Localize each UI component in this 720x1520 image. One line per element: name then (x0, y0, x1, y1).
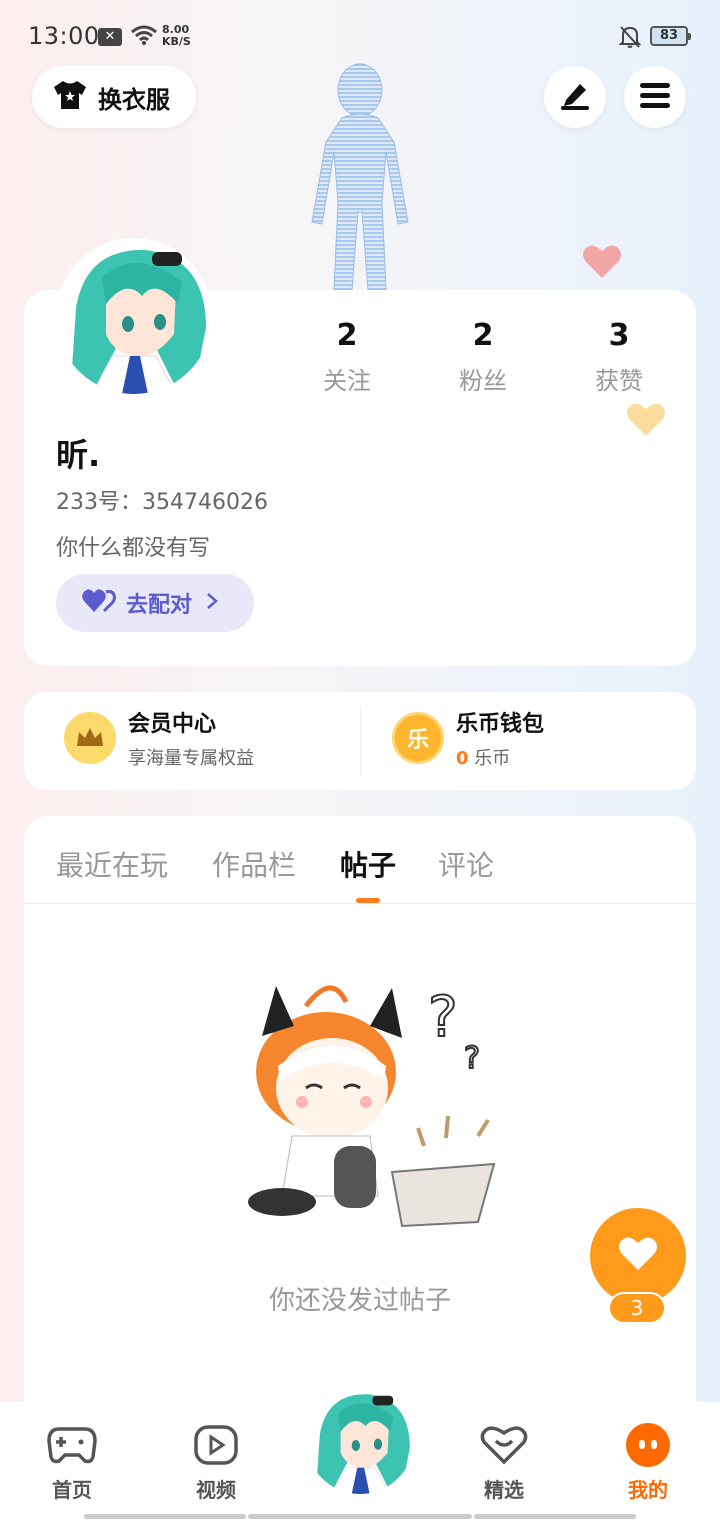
svg-text:?: ? (428, 985, 458, 1050)
user-id[interactable]: 233号：354746026 (56, 484, 268, 516)
tab-works[interactable]: 作品栏 (212, 844, 296, 884)
system-gesture-bar (248, 1514, 472, 1519)
user-bio[interactable]: 你什么都没有写 (56, 530, 210, 562)
heart-icon (618, 1236, 658, 1276)
wallet-amount: 0 (456, 748, 469, 769)
username: 昕. (56, 436, 101, 474)
wifi-icon (130, 24, 158, 50)
play-icon (171, 1422, 261, 1468)
nav-home[interactable]: 首页 (27, 1422, 117, 1503)
tshirt-icon (52, 79, 88, 115)
wallet-entry[interactable]: 乐 乐币钱包 0 乐币 (392, 706, 544, 770)
likes-stat[interactable]: 3 获赞 (574, 318, 664, 396)
go-match-label: 去配对 (126, 593, 193, 618)
wallet-balance: 0 乐币 (456, 744, 544, 770)
likes-count: 3 (608, 318, 630, 353)
notification-x-icon: ✕ (98, 28, 122, 46)
user-avatar[interactable] (56, 238, 212, 394)
followers-stat[interactable]: 2 粉丝 (438, 318, 528, 396)
speed-unit: KB/S (162, 35, 191, 48)
empty-state-illustration: ? ? (242, 976, 502, 1246)
nav-mine-label: 我的 (628, 1478, 668, 1502)
hamburger-menu-icon (639, 81, 671, 113)
divider (24, 903, 696, 904)
member-wallet-card: 会员中心 享海量专属权益 乐 乐币钱包 0 乐币 (24, 692, 696, 790)
svg-text:?: ? (464, 1041, 480, 1076)
nav-featured-label: 精选 (484, 1478, 524, 1502)
empty-state-text: 你还没发过帖子 (268, 1286, 451, 1316)
following-label: 关注 (323, 367, 371, 395)
battery-indicator: 83 (650, 26, 691, 46)
chevron-right-icon (206, 592, 218, 614)
bell-muted-icon (618, 24, 642, 54)
following-count: 2 (336, 318, 358, 353)
change-outfit-button[interactable]: 换衣服 (32, 66, 196, 128)
following-stat[interactable]: 2 关注 (302, 318, 392, 396)
followers-label: 粉丝 (459, 367, 507, 395)
floating-heart-icon (582, 242, 622, 284)
hologram-avatar-figure[interactable] (290, 52, 430, 292)
like-count-badge: 3 (608, 1292, 666, 1324)
system-gesture-bar (474, 1514, 636, 1519)
nav-home-label: 首页 (52, 1478, 92, 1502)
vip-center-title: 会员中心 (128, 712, 217, 737)
followers-count: 2 (472, 318, 494, 353)
nav-featured[interactable]: 精选 (459, 1422, 549, 1503)
coin-icon-text: 乐 (406, 728, 429, 753)
edit-profile-button[interactable] (544, 66, 606, 128)
divider (360, 706, 361, 776)
menu-button[interactable] (624, 66, 686, 128)
gamepad-icon (27, 1422, 117, 1468)
vip-center-entry[interactable]: 会员中心 享海量专属权益 (64, 706, 254, 770)
profile-face-icon (603, 1422, 693, 1468)
tab-posts[interactable]: 帖子 (340, 844, 396, 884)
coin-icon: 乐 (392, 712, 444, 764)
change-outfit-label: 换衣服 (98, 85, 170, 114)
wallet-unit: 乐币 (474, 748, 511, 769)
double-heart-icon (82, 588, 116, 618)
floating-heart-icon (626, 400, 666, 442)
status-time: 13:00 (28, 22, 100, 50)
like-float-button[interactable] (590, 1208, 686, 1304)
nav-video[interactable]: 视频 (171, 1422, 261, 1503)
tab-recently-played[interactable]: 最近在玩 (56, 844, 168, 884)
nav-mine[interactable]: 我的 (603, 1422, 693, 1503)
tab-comments[interactable]: 评论 (438, 844, 494, 884)
nav-video-label: 视频 (196, 1478, 236, 1502)
nav-center-avatar[interactable] (306, 1386, 414, 1494)
likes-label: 获赞 (595, 367, 643, 395)
pen-icon (558, 80, 592, 114)
crown-icon (64, 712, 116, 764)
network-speed: 8.00 KB/S (162, 24, 191, 48)
heart-diamond-icon (459, 1422, 549, 1468)
go-match-button[interactable]: 去配对 (56, 574, 254, 632)
system-gesture-bar (84, 1514, 246, 1519)
content-tabs-card: 最近在玩 作品栏 帖子 评论 ? ? 你还没发过帖子 (24, 816, 696, 1416)
wallet-title: 乐币钱包 (456, 712, 545, 737)
vip-center-subtitle: 享海量专属权益 (128, 748, 254, 769)
